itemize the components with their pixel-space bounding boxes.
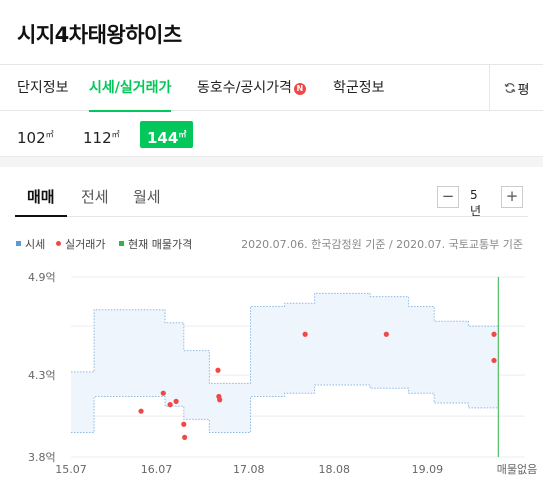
x-tick-label: 15.07	[55, 463, 87, 476]
period-decrease-button[interactable]: −	[437, 186, 459, 208]
data-source-note: 2020.07.06. 한국감정원 기준 / 2020.07. 국토교통부 기준	[241, 238, 523, 251]
size-value: 144	[147, 129, 179, 147]
legend-item-current-listing: 현재 매물가격	[119, 236, 192, 252]
tab-unit-public-price[interactable]: 동호수/공시가격 N	[197, 65, 306, 111]
size-option-144[interactable]: 144㎡	[140, 121, 194, 148]
deal-point	[173, 398, 179, 404]
legend-item-actual-deal: 실거래가	[56, 236, 105, 252]
tab-complex-info[interactable]: 단지정보	[17, 65, 69, 111]
legend-swatch	[56, 241, 61, 246]
deal-point	[217, 397, 223, 403]
legend-label: 실거래가	[65, 238, 106, 251]
size-unit: ㎡	[178, 130, 187, 139]
deal-point	[215, 367, 221, 373]
size-option-102[interactable]: 102㎡	[17, 121, 54, 148]
deal-point	[491, 357, 497, 364]
deal-point	[181, 421, 187, 427]
deal-point	[383, 331, 389, 337]
deal-point	[491, 331, 497, 337]
deal-point	[160, 390, 166, 396]
unit-label: 평	[517, 82, 530, 98]
section-divider	[0, 156, 543, 167]
size-unit: ㎡	[111, 130, 120, 139]
size-unit: ㎡	[45, 130, 54, 139]
tab-school-info[interactable]: 학군정보	[333, 65, 385, 111]
legend-item-market-price: 시세	[16, 236, 45, 252]
period-value: 5년	[470, 188, 482, 218]
x-tick-label: 17.08	[233, 463, 265, 476]
deal-type-tabs: 매매 전세 월세 − 5년 +	[0, 167, 543, 227]
y-tick-label: 4.3억	[28, 369, 56, 382]
size-value: 102	[17, 129, 46, 147]
x-axis-labels: 15.07 16.07 17.08 18.08 19.09	[55, 463, 443, 476]
new-badge: N	[293, 83, 306, 95]
size-option-112[interactable]: 112㎡	[83, 121, 120, 148]
tab-price-transactions[interactable]: 시세/실거래가	[89, 65, 172, 112]
subtab-active-underline	[15, 215, 67, 217]
size-value: 112	[83, 129, 112, 147]
tab-jeonse[interactable]: 전세	[81, 186, 109, 207]
subtab-baseline	[15, 216, 528, 217]
y-axis-labels: 4.9억 4.3억 3.8억	[28, 271, 56, 464]
chart-legend: 시세 실거래가 현재 매물가격 2020.07.06. 한국감정원 기준 / 2…	[0, 236, 543, 252]
page-title: 시지4차태왕하이츠	[17, 23, 182, 47]
size-selector: 102㎡ 112㎡ 144㎡	[0, 111, 543, 156]
deal-point	[182, 434, 188, 440]
x-tick-label: 18.08	[318, 463, 350, 476]
deal-point	[302, 331, 308, 337]
tab-monthly-rent[interactable]: 월세	[133, 186, 161, 207]
x-tick-label: 19.09	[412, 463, 444, 476]
legend-label: 시세	[25, 238, 46, 251]
x-tick-label: 16.07	[141, 463, 173, 476]
legend-label: 현재 매물가격	[128, 238, 193, 251]
tab-label: 동호수/공시가격	[197, 80, 292, 96]
deal-point	[167, 402, 173, 408]
deal-point	[138, 408, 144, 414]
legend-swatch	[16, 241, 21, 246]
price-chart: 4.9억 4.3억 3.8억 15.07 16.07 17.08 18.08 19.09 매…	[28, 271, 537, 476]
y-tick-label: 4.9억	[28, 271, 56, 284]
y-tick-label: 3.8억	[28, 451, 56, 464]
main-tabs: 단지정보 시세/실거래가 동호수/공시가격 N 학군정보 평	[0, 64, 543, 112]
tab-sale[interactable]: 매매	[27, 186, 55, 207]
no-listing-label: 매물없음	[497, 463, 537, 476]
refresh-icon	[504, 83, 515, 93]
unit-toggle-button[interactable]: 평	[489, 65, 543, 111]
legend-swatch	[119, 241, 124, 246]
period-increase-button[interactable]: +	[501, 186, 523, 208]
